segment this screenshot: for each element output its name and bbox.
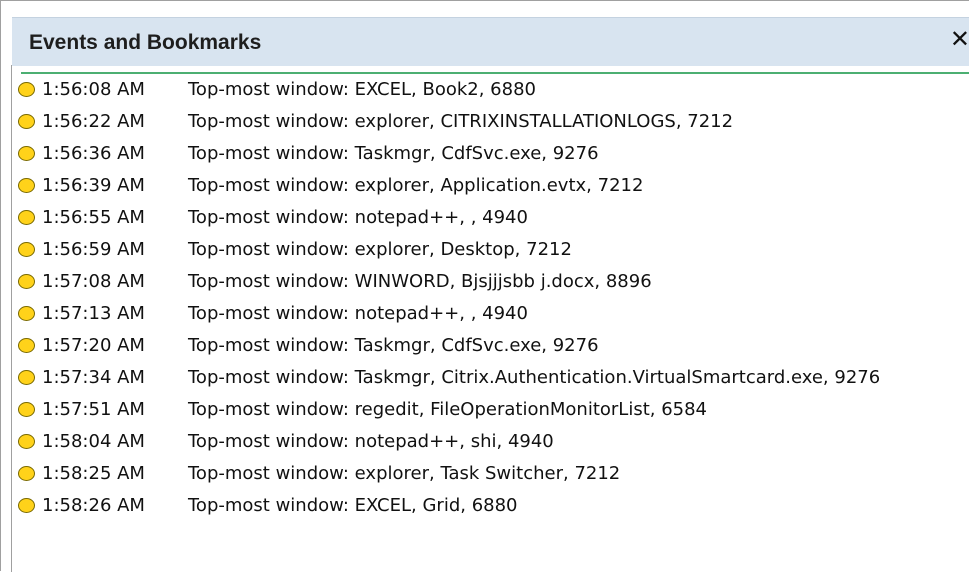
event-bookmark-icon xyxy=(18,434,35,449)
left-border xyxy=(11,65,12,572)
event-bookmark-icon xyxy=(18,210,35,225)
event-time: 1:57:51 AM xyxy=(42,399,145,420)
event-time: 1:57:13 AM xyxy=(42,303,145,324)
event-description: Top-most window: explorer, Application.e… xyxy=(188,175,644,196)
event-description: Top-most window: notepad++, , 4940 xyxy=(188,207,528,228)
event-description: Top-most window: Taskmgr, CdfSvc.exe, 92… xyxy=(188,143,599,164)
event-time: 1:57:34 AM xyxy=(42,367,145,388)
event-bookmark-icon xyxy=(18,498,35,513)
event-description: Top-most window: EXCEL, Grid, 6880 xyxy=(188,495,518,516)
event-bookmark-icon xyxy=(18,114,35,129)
event-time: 1:56:55 AM xyxy=(42,207,145,228)
event-description: Top-most window: WINWORD, Bjsjjjsbb j.do… xyxy=(188,271,652,292)
event-time: 1:56:08 AM xyxy=(42,79,145,100)
event-description: Top-most window: notepad++, shi, 4940 xyxy=(188,431,554,452)
event-bookmark-icon xyxy=(18,146,35,161)
event-time: 1:57:20 AM xyxy=(42,335,145,356)
event-time: 1:56:59 AM xyxy=(42,239,145,260)
event-bookmark-icon xyxy=(18,274,35,289)
event-bookmark-icon xyxy=(18,370,35,385)
event-time: 1:58:25 AM xyxy=(42,463,145,484)
event-description: Top-most window: explorer, Task Switcher… xyxy=(188,463,621,484)
event-bookmark-icon xyxy=(18,82,35,97)
event-bookmark-icon xyxy=(18,178,35,193)
event-description: Top-most window: regedit, FileOperationM… xyxy=(188,399,708,420)
event-bookmark-icon xyxy=(18,338,35,353)
events-bookmarks-panel: Events and Bookmarks ✕ 1:56:08 AM Top-mo… xyxy=(0,0,969,572)
event-time: 1:58:04 AM xyxy=(42,431,145,452)
close-icon[interactable]: ✕ xyxy=(950,27,969,51)
event-bookmark-icon xyxy=(18,242,35,257)
event-time: 1:56:22 AM xyxy=(42,111,145,132)
event-description: Top-most window: Taskmgr, Citrix.Authent… xyxy=(188,367,881,388)
event-description: Top-most window: notepad++, , 4940 xyxy=(188,303,528,324)
event-description: Top-most window: EXCEL, Book2, 6880 xyxy=(188,79,536,100)
event-time: 1:56:39 AM xyxy=(42,175,145,196)
event-time: 1:58:26 AM xyxy=(42,495,145,516)
event-bookmark-icon xyxy=(18,466,35,481)
header-divider xyxy=(21,72,969,74)
panel-title: Events and Bookmarks xyxy=(29,31,262,54)
event-bookmark-icon xyxy=(18,402,35,417)
event-time: 1:56:36 AM xyxy=(42,143,145,164)
event-description: Top-most window: Taskmgr, CdfSvc.exe, 92… xyxy=(188,335,599,356)
event-time: 1:57:08 AM xyxy=(42,271,145,292)
event-description: Top-most window: explorer, CITRIXINSTALL… xyxy=(188,111,734,132)
event-description: Top-most window: explorer, Desktop, 7212 xyxy=(188,239,572,260)
panel-header: Events and Bookmarks ✕ xyxy=(12,17,969,66)
event-bookmark-icon xyxy=(18,306,35,321)
